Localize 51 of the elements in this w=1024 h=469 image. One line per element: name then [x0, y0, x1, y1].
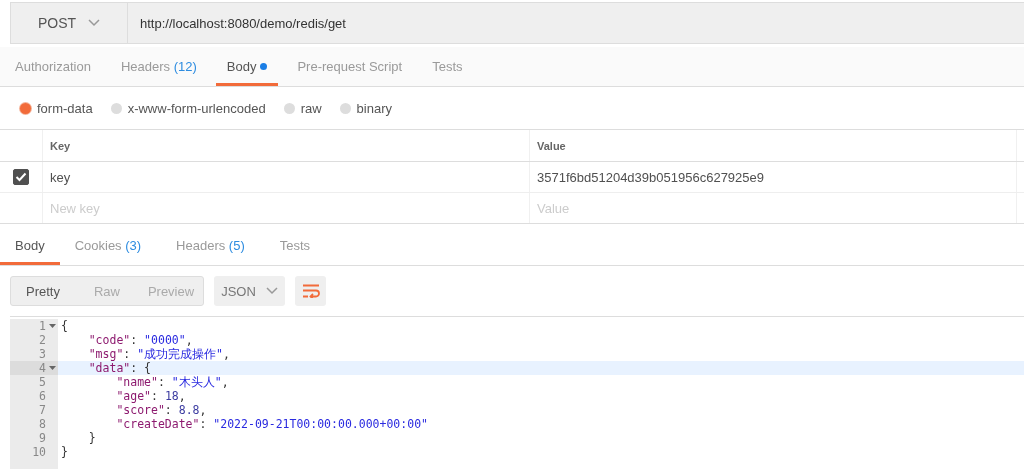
radio-label: raw	[300, 100, 322, 116]
line-number: 1	[39, 319, 46, 333]
request-tab[interactable]: Body	[215, 47, 279, 86]
line-number: 3	[39, 347, 46, 361]
code-line: "data": {	[87, 361, 152, 375]
method-dropdown[interactable]: POST	[10, 2, 128, 44]
wrap-lines-button[interactable]	[295, 276, 326, 306]
view-mode-button[interactable]: Pretty	[11, 277, 75, 305]
modified-dot-icon	[260, 63, 268, 70]
line-number: 7	[39, 403, 46, 417]
line-number: 10	[32, 445, 46, 459]
fold-arrow-icon[interactable]	[48, 324, 56, 328]
fold-arrow-icon[interactable]	[48, 366, 56, 370]
body-type-option[interactable]: raw	[283, 100, 322, 116]
request-tab[interactable]: Headers (12)	[109, 47, 208, 86]
key-cell[interactable]: key	[43, 162, 530, 192]
code-line: "name": "木头人",	[115, 375, 229, 389]
body-type-option[interactable]: binary	[339, 100, 392, 116]
line-number: 6	[39, 389, 46, 403]
body-type-option[interactable]: form-data	[20, 100, 93, 116]
radio-button[interactable]	[339, 102, 351, 114]
chevron-down-icon	[88, 19, 101, 27]
line-number: 9	[39, 431, 46, 445]
response-tab[interactable]: Cookies (3)	[59, 228, 157, 265]
radio-label: form-data	[37, 100, 93, 116]
value-cell[interactable]: 3571f6bd51204d39b051956c627925e9	[530, 162, 1017, 192]
column-header: Key	[43, 130, 530, 161]
checkbox[interactable]	[13, 169, 29, 185]
radio-button[interactable]	[20, 102, 31, 114]
radio-button[interactable]	[283, 102, 295, 114]
line-number: 5	[39, 375, 46, 389]
column-header: Value	[530, 130, 1017, 161]
code-line: "score": 8.8,	[115, 403, 207, 417]
code-line: "msg": "成功完成操作",	[87, 347, 230, 361]
line-number: 8	[39, 417, 46, 431]
chevron-down-icon	[265, 287, 278, 295]
response-tab[interactable]: Body	[0, 228, 60, 265]
line-number: 2	[39, 333, 46, 347]
wrap-lines-icon	[301, 284, 320, 298]
radio-label: binary	[356, 100, 392, 116]
response-tab[interactable]: Headers (5)	[161, 228, 260, 265]
code-line: "code": "0000",	[87, 333, 193, 347]
radio-button[interactable]	[110, 102, 122, 114]
code-line: {	[60, 319, 68, 333]
url-field[interactable]: http://localhost:8080/demo/redis/get	[128, 2, 1024, 44]
code-line: "createDate": "2022-09-21T00:00:00.000+00:00"	[115, 417, 428, 431]
code-line: }	[60, 445, 68, 459]
format-dropdown[interactable]: JSON	[214, 276, 285, 306]
code-line: "age": 18,	[115, 389, 186, 403]
line-number: 4	[39, 361, 46, 375]
code-line: }	[87, 431, 96, 445]
